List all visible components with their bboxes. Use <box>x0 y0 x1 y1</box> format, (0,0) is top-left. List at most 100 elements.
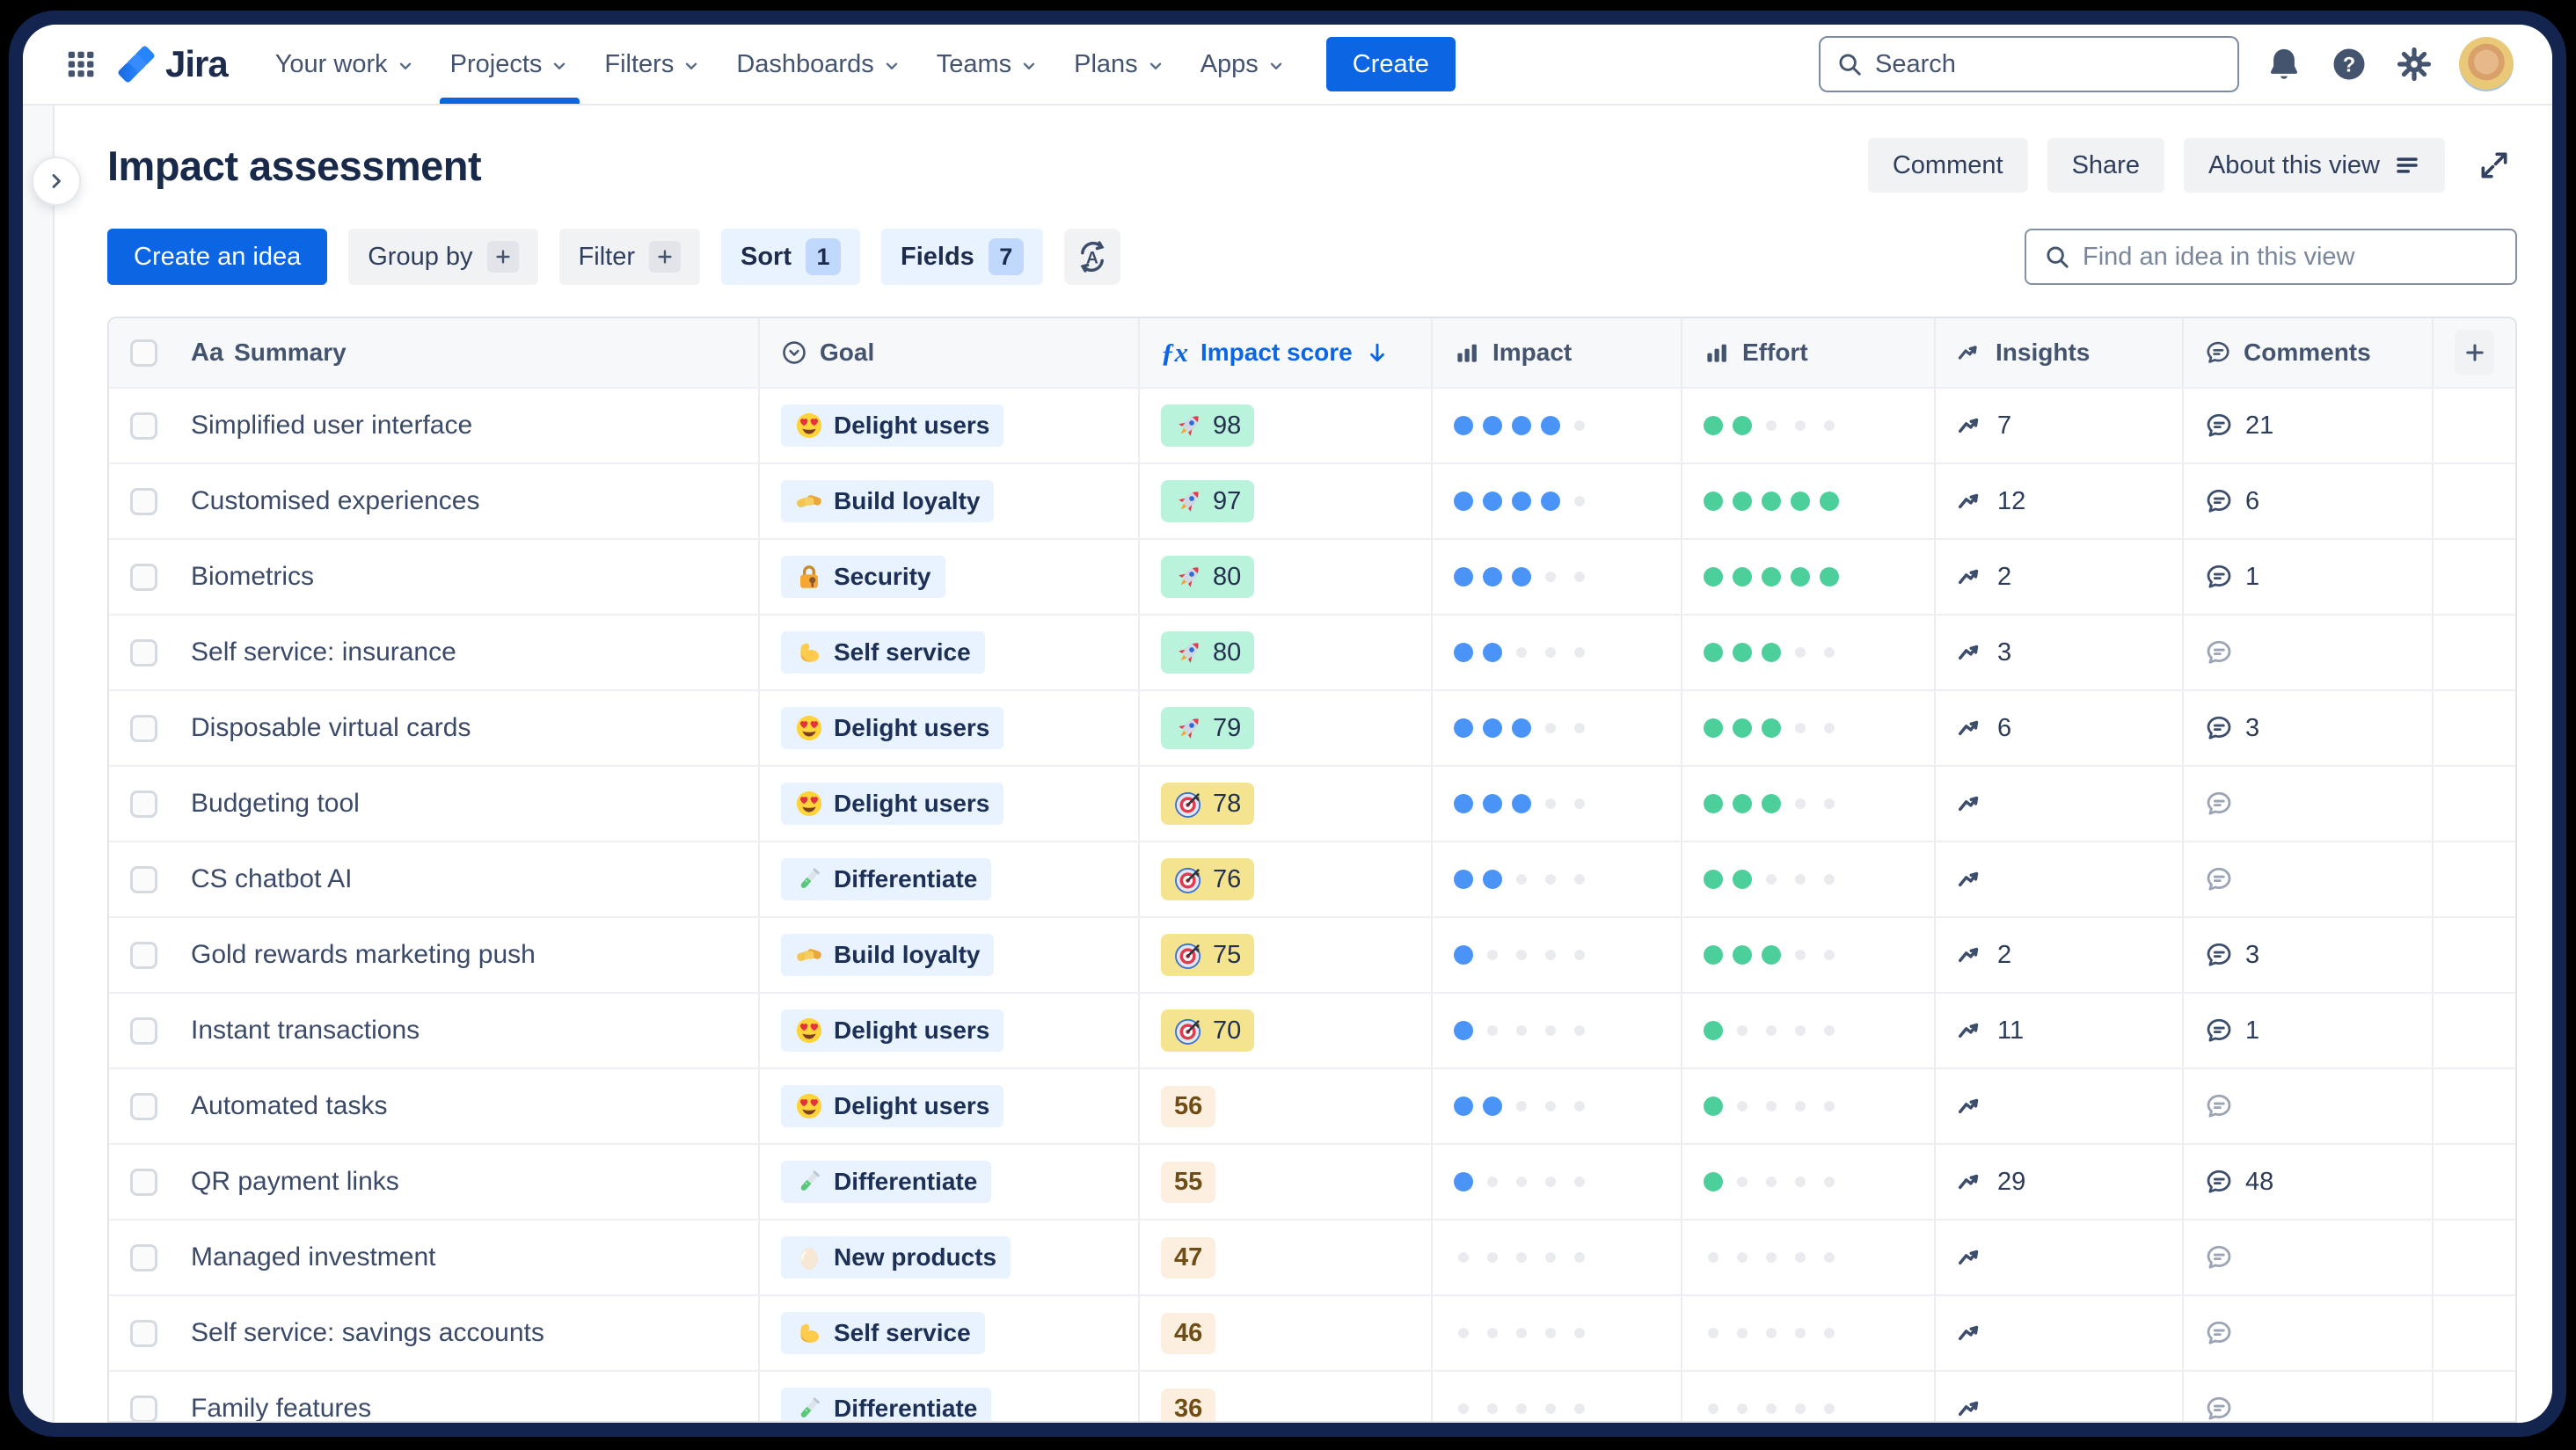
find-idea-search[interactable] <box>2025 229 2517 285</box>
impact-rating[interactable] <box>1433 691 1682 765</box>
impact-score-cell[interactable]: 55 <box>1140 1145 1433 1219</box>
group-by-button[interactable]: Group by <box>348 229 538 285</box>
table-row[interactable]: Instant transactions Delight users 70 11… <box>109 992 2515 1067</box>
insights-cell[interactable]: 2 <box>1936 540 2184 614</box>
impact-rating[interactable] <box>1433 1145 1682 1219</box>
comments-cell[interactable]: 3 <box>2184 918 2434 992</box>
insights-cell[interactable] <box>1936 1372 2184 1421</box>
summary-cell[interactable]: Budgeting tool <box>109 767 760 841</box>
impact-rating[interactable] <box>1433 842 1682 916</box>
row-checkbox[interactable] <box>130 412 157 440</box>
sort-button[interactable]: Sort 1 <box>721 229 860 285</box>
effort-rating[interactable] <box>1682 616 1936 689</box>
impact-rating[interactable] <box>1433 1220 1682 1294</box>
effort-rating[interactable] <box>1682 1296 1936 1370</box>
fullscreen-button[interactable] <box>2471 142 2517 188</box>
table-row[interactable]: Managed investment New products 47 <box>109 1219 2515 1294</box>
effort-rating[interactable] <box>1682 691 1936 765</box>
nav-item-plans[interactable]: Plans <box>1056 25 1183 104</box>
row-checkbox[interactable] <box>130 487 157 515</box>
row-checkbox[interactable] <box>130 1016 157 1045</box>
nav-item-apps[interactable]: Apps <box>1183 25 1303 104</box>
impact-rating[interactable] <box>1433 540 1682 614</box>
effort-rating[interactable] <box>1682 918 1936 992</box>
impact-score-cell[interactable]: 75 <box>1140 918 1433 992</box>
nav-item-dashboards[interactable]: Dashboards <box>719 25 918 104</box>
goal-cell[interactable]: Delight users <box>760 767 1140 841</box>
comments-cell[interactable] <box>2184 1372 2434 1421</box>
row-checkbox[interactable] <box>130 865 157 893</box>
notifications-button[interactable] <box>2264 44 2304 84</box>
comments-cell[interactable] <box>2184 767 2434 841</box>
nav-item-filters[interactable]: Filters <box>587 25 719 104</box>
impact-score-cell[interactable]: 56 <box>1140 1069 1433 1143</box>
table-row[interactable]: CS chatbot AI Differentiate 76 <box>109 841 2515 916</box>
impact-rating[interactable] <box>1433 616 1682 689</box>
summary-cell[interactable]: Gold rewards marketing push <box>109 918 760 992</box>
insights-cell[interactable] <box>1936 842 2184 916</box>
impact-score-cell[interactable]: 98 <box>1140 389 1433 463</box>
row-checkbox[interactable] <box>130 1319 157 1347</box>
share-button[interactable]: Share <box>2047 138 2164 193</box>
goal-cell[interactable]: Differentiate <box>760 1372 1140 1421</box>
comment-button[interactable]: Comment <box>1867 138 2028 193</box>
column-header-impact[interactable]: Impact <box>1433 318 1682 387</box>
row-checkbox[interactable] <box>130 638 157 667</box>
insights-cell[interactable]: 3 <box>1936 616 2184 689</box>
nav-item-your-work[interactable]: Your work <box>258 25 433 104</box>
insights-cell[interactable]: 12 <box>1936 464 2184 538</box>
global-search-input[interactable] <box>1875 49 2222 79</box>
row-checkbox[interactable] <box>130 563 157 591</box>
table-row[interactable]: Biometrics Security 80 2 1 <box>109 538 2515 614</box>
column-header-comments[interactable]: Comments <box>2184 318 2434 387</box>
impact-score-cell[interactable]: 80 <box>1140 616 1433 689</box>
impact-rating[interactable] <box>1433 1372 1682 1421</box>
help-button[interactable]: ? <box>2329 44 2369 84</box>
summary-cell[interactable]: QR payment links <box>109 1145 760 1219</box>
about-this-view-button[interactable]: About this view <box>2183 138 2445 193</box>
effort-rating[interactable] <box>1682 842 1936 916</box>
comments-cell[interactable]: 3 <box>2184 691 2434 765</box>
filter-button[interactable]: Filter <box>558 229 700 285</box>
create-idea-button[interactable]: Create an idea <box>107 229 328 285</box>
impact-score-cell[interactable]: 78 <box>1140 767 1433 841</box>
goal-cell[interactable]: Differentiate <box>760 1145 1140 1219</box>
table-row[interactable]: Self service: insurance Self service 80 … <box>109 614 2515 689</box>
summary-cell[interactable]: Self service: insurance <box>109 616 760 689</box>
summary-cell[interactable]: Managed investment <box>109 1220 760 1294</box>
impact-score-cell[interactable]: 70 <box>1140 994 1433 1067</box>
impact-score-cell[interactable]: 76 <box>1140 842 1433 916</box>
goal-cell[interactable]: Self service <box>760 616 1140 689</box>
comments-cell[interactable] <box>2184 1220 2434 1294</box>
summary-cell[interactable]: Customised experiences <box>109 464 760 538</box>
table-row[interactable]: Disposable virtual cards Delight users 7… <box>109 689 2515 765</box>
goal-cell[interactable]: Delight users <box>760 994 1140 1067</box>
goal-cell[interactable]: Build loyalty <box>760 918 1140 992</box>
goal-cell[interactable]: Self service <box>760 1296 1140 1370</box>
impact-score-cell[interactable]: 97 <box>1140 464 1433 538</box>
avatar[interactable] <box>2459 37 2514 91</box>
column-header-impact-score[interactable]: ƒx Impact score <box>1140 318 1433 387</box>
insights-cell[interactable]: 2 <box>1936 918 2184 992</box>
effort-rating[interactable] <box>1682 464 1936 538</box>
effort-rating[interactable] <box>1682 1372 1936 1421</box>
effort-rating[interactable] <box>1682 1220 1936 1294</box>
row-checkbox[interactable] <box>130 941 157 969</box>
add-column-button[interactable] <box>2455 330 2494 375</box>
effort-rating[interactable] <box>1682 1069 1936 1143</box>
impact-score-cell[interactable]: 47 <box>1140 1220 1433 1294</box>
column-header-insights[interactable]: Insights <box>1936 318 2184 387</box>
translate-button[interactable]: A <box>1063 229 1120 285</box>
row-checkbox[interactable] <box>130 1395 157 1421</box>
settings-button[interactable] <box>2394 44 2434 84</box>
row-checkbox[interactable] <box>130 714 157 742</box>
summary-cell[interactable]: Disposable virtual cards <box>109 691 760 765</box>
effort-rating[interactable] <box>1682 540 1936 614</box>
goal-cell[interactable]: Differentiate <box>760 842 1140 916</box>
impact-score-cell[interactable]: 79 <box>1140 691 1433 765</box>
effort-rating[interactable] <box>1682 994 1936 1067</box>
fields-button[interactable]: Fields 7 <box>881 229 1043 285</box>
impact-score-cell[interactable]: 46 <box>1140 1296 1433 1370</box>
table-row[interactable]: Simplified user interface Delight users … <box>109 387 2515 463</box>
insights-cell[interactable] <box>1936 767 2184 841</box>
